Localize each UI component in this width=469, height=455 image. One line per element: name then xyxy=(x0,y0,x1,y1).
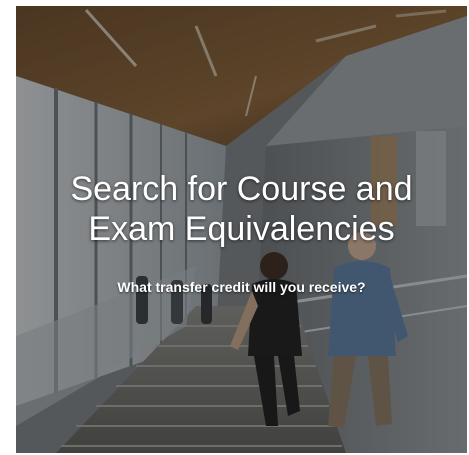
equivalency-search-promo-card[interactable]: Search for Course and Exam Equivalencies… xyxy=(16,6,467,453)
promo-headline-line-1: Search for Course and xyxy=(70,170,413,208)
promo-subheadline: What transfer credit will you receive? xyxy=(117,279,366,295)
promo-headline: Search for Course and Exam Equivalencies xyxy=(16,169,467,249)
promo-headline-line-2: Exam Equivalencies xyxy=(88,210,395,248)
